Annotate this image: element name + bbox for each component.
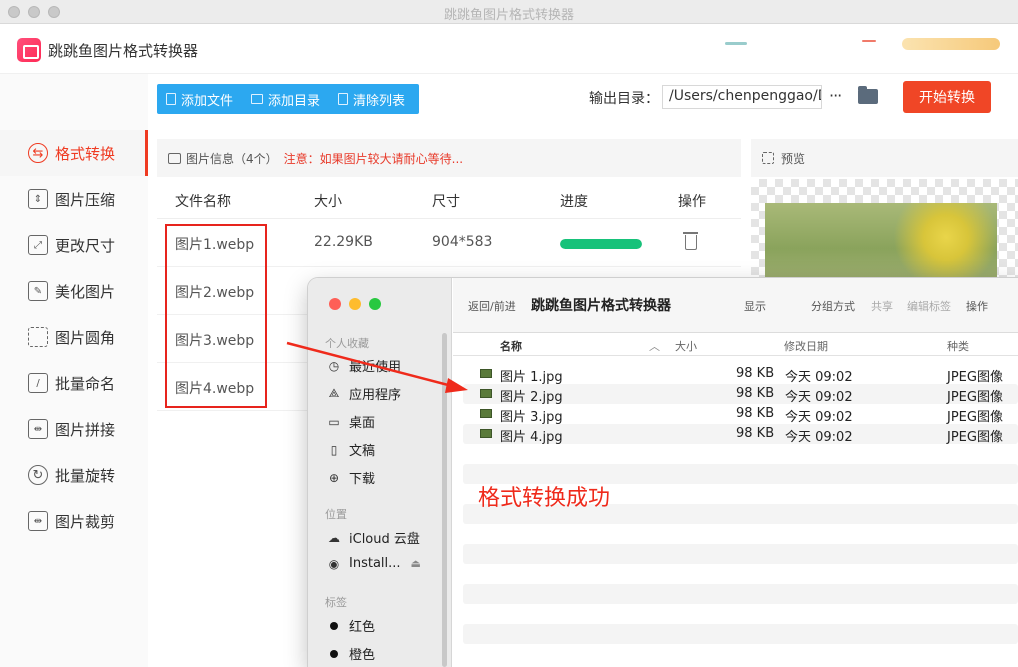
annotation-arrow — [286, 341, 468, 393]
success-annotation: 格式转换成功 — [478, 486, 611, 511]
